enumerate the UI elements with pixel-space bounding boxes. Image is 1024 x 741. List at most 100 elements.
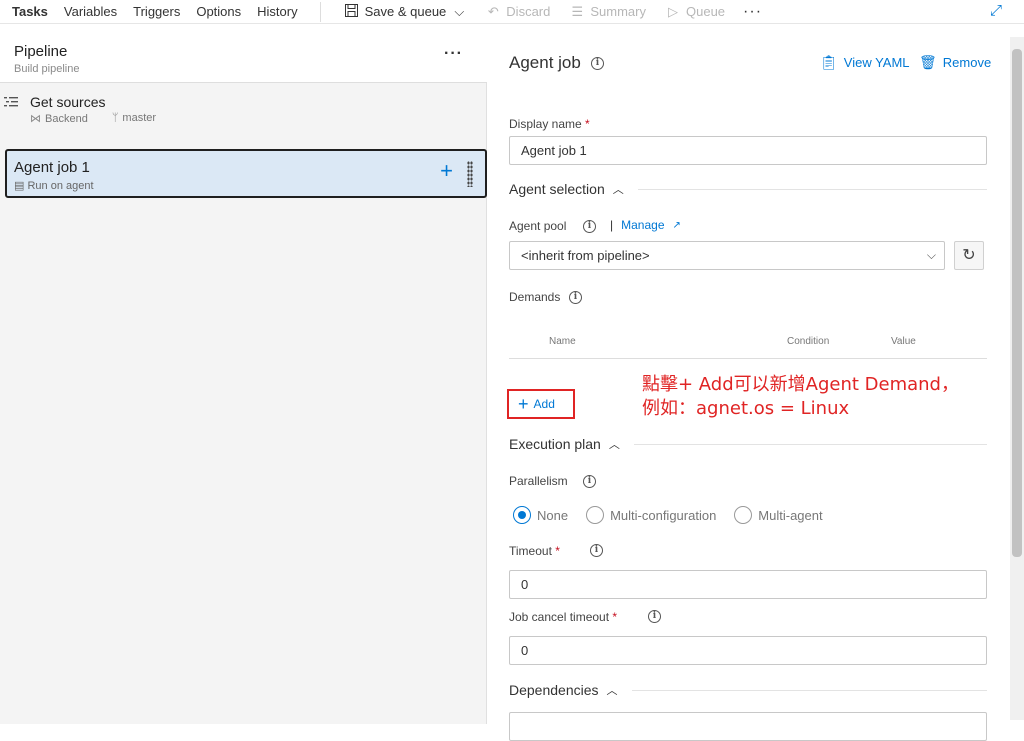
chevron-up-icon: ︿: [612, 184, 624, 196]
agent-pool-select[interactable]: <inherit from pipeline> ⌵: [509, 241, 945, 270]
manage-link[interactable]: Manage: [621, 218, 664, 232]
radio-circle[interactable]: [586, 506, 605, 524]
parallelism-radio-group: None Multi-configuration Multi-agent: [513, 506, 841, 524]
timeout-info-icon[interactable]: i: [590, 544, 603, 557]
add-demand-highlight[interactable]: + Add: [507, 389, 575, 419]
tab-tasks[interactable]: Tasks: [0, 0, 56, 24]
remove-label: Remove: [942, 55, 992, 70]
scrollbar[interactable]: [1010, 37, 1024, 720]
sources-icon: [4, 96, 18, 111]
tab-history[interactable]: History: [249, 0, 305, 24]
branch-icon: ᛘ: [111, 112, 119, 124]
pipeline-header[interactable]: Pipeline Build pipeline ···: [0, 33, 487, 83]
drag-handle-icon[interactable]: [467, 161, 473, 187]
toolbar-divider: [319, 1, 321, 22]
agent-selection-section[interactable]: Agent selection ︿: [509, 179, 987, 199]
agent-selection-title: Agent selection: [509, 181, 605, 197]
server-icon: ▤: [14, 180, 25, 192]
execution-plan-title: Execution plan: [509, 436, 601, 452]
execution-plan-section[interactable]: Execution plan ︿: [509, 434, 987, 454]
summary-label: Summary: [590, 4, 646, 19]
tab-variables[interactable]: Variables: [56, 0, 125, 24]
agent-job-subtitle: ▤ Run on agent: [14, 179, 94, 192]
dependencies-select[interactable]: [509, 712, 987, 741]
agent-pool-info-icon[interactable]: i: [583, 220, 596, 233]
demands-col-value: Value: [891, 336, 916, 347]
cancel-timeout-label-text: Job cancel timeout: [509, 610, 610, 624]
remove-button[interactable]: 🗑︎ Remove: [919, 54, 991, 71]
save-queue-label: Save & queue: [364, 4, 447, 19]
chevron-up-icon: ︿: [606, 685, 618, 697]
pipeline-tree-pane: Pipeline Build pipeline ··· Get sources …: [0, 33, 487, 724]
details-title: Agent job: [509, 53, 581, 72]
annotation-line-2: 例如：agnet.os = Linux: [642, 398, 850, 419]
branch-name: master: [122, 112, 157, 124]
add-demand-label: Add: [533, 397, 555, 411]
demands-info-icon[interactable]: i: [569, 291, 582, 304]
timeout-input[interactable]: 0: [509, 570, 987, 599]
parallelism-label: Parallelism: [509, 474, 568, 488]
timeout-label-text: Timeout: [509, 544, 552, 558]
parallelism-info-icon[interactable]: i: [583, 475, 596, 488]
demands-table-divider: [509, 358, 987, 359]
view-yaml-label: View YAML: [843, 55, 910, 70]
display-name-label-text: Display name: [509, 117, 582, 131]
info-icon[interactable]: i: [591, 57, 604, 70]
repo-name: Backend: [45, 113, 88, 125]
agent-job-title: Agent job 1: [14, 159, 90, 176]
plus-icon: +: [518, 394, 529, 414]
radio-circle-checked[interactable]: [513, 506, 531, 524]
chevron-up-icon: ︿: [608, 439, 620, 451]
agent-pool-label: Agent pool: [509, 219, 567, 233]
section-divider: [637, 188, 987, 190]
display-name-input[interactable]: Agent job 1: [509, 136, 987, 165]
tab-bar: Tasks Variables Triggers Options History: [0, 0, 306, 24]
queue-label: Queue: [686, 4, 726, 19]
demands-col-name: Name: [549, 336, 576, 347]
pipeline-title: Pipeline: [14, 43, 68, 60]
radio-multi-agent[interactable]: Multi-agent: [734, 506, 823, 524]
required-mark: *: [612, 610, 618, 624]
chevron-down-icon: ⌵: [454, 3, 465, 19]
display-name-label: Display name *: [509, 117, 590, 131]
radio-multi-agent-label: Multi-agent: [758, 507, 823, 523]
external-link-icon[interactable]: ↗: [673, 220, 681, 231]
dependencies-section[interactable]: Dependencies ︿: [509, 680, 987, 700]
pipe-separator: |: [610, 218, 614, 232]
cancel-timeout-info-icon[interactable]: i: [648, 610, 661, 623]
get-sources-meta: ⋈ Backend ᛘ master: [30, 112, 156, 125]
radio-circle[interactable]: [734, 506, 753, 524]
agent-job-item[interactable]: Agent job 1 ▤ Run on agent +: [5, 149, 487, 198]
cancel-timeout-input[interactable]: 0: [509, 636, 987, 665]
cancel-timeout-label: Job cancel timeout *: [509, 610, 617, 624]
pipeline-more-button[interactable]: ···: [444, 45, 463, 63]
agent-pool-value: <inherit from pipeline>: [521, 248, 650, 263]
discard-label: Discard: [506, 4, 551, 19]
demands-label: Demands: [509, 290, 561, 304]
get-sources-title: Get sources: [30, 94, 106, 110]
radio-multi-configuration[interactable]: Multi-configuration: [586, 506, 716, 524]
discard-button[interactable]: ↶ Discard: [476, 0, 560, 24]
more-actions-button[interactable]: ···: [735, 3, 770, 21]
refresh-button[interactable]: ↻: [954, 241, 984, 270]
queue-button[interactable]: ▷ Queue: [656, 0, 735, 24]
radio-none[interactable]: None: [513, 506, 568, 524]
tab-options[interactable]: Options: [188, 0, 249, 24]
save-icon: [345, 3, 359, 20]
annotation-line-1: 點擊+ Add可以新增Agent Demand，: [642, 374, 959, 395]
expand-icon[interactable]: ⤢: [990, 2, 1002, 19]
add-task-button[interactable]: +: [440, 159, 453, 183]
add-demand-button[interactable]: + Add: [518, 395, 555, 413]
save-queue-button[interactable]: Save & queue ⌵: [335, 0, 477, 24]
tab-triggers[interactable]: Triggers: [125, 0, 188, 24]
get-sources-item[interactable]: Get sources ⋈ Backend ᛘ master: [0, 89, 487, 129]
required-mark: *: [585, 117, 590, 131]
demands-col-condition: Condition: [787, 336, 830, 347]
scrollbar-thumb[interactable]: [1012, 49, 1022, 557]
repo-icon: ⋈: [30, 113, 41, 125]
summary-button[interactable]: ☰ Summary: [560, 0, 656, 24]
view-yaml-button[interactable]: 📋︎ View YAML: [820, 54, 910, 71]
top-toolbar: Tasks Variables Triggers Options History…: [0, 0, 1024, 24]
manage-link-group: | Manage ↗: [610, 218, 681, 232]
trash-icon: 🗑︎: [919, 54, 937, 70]
